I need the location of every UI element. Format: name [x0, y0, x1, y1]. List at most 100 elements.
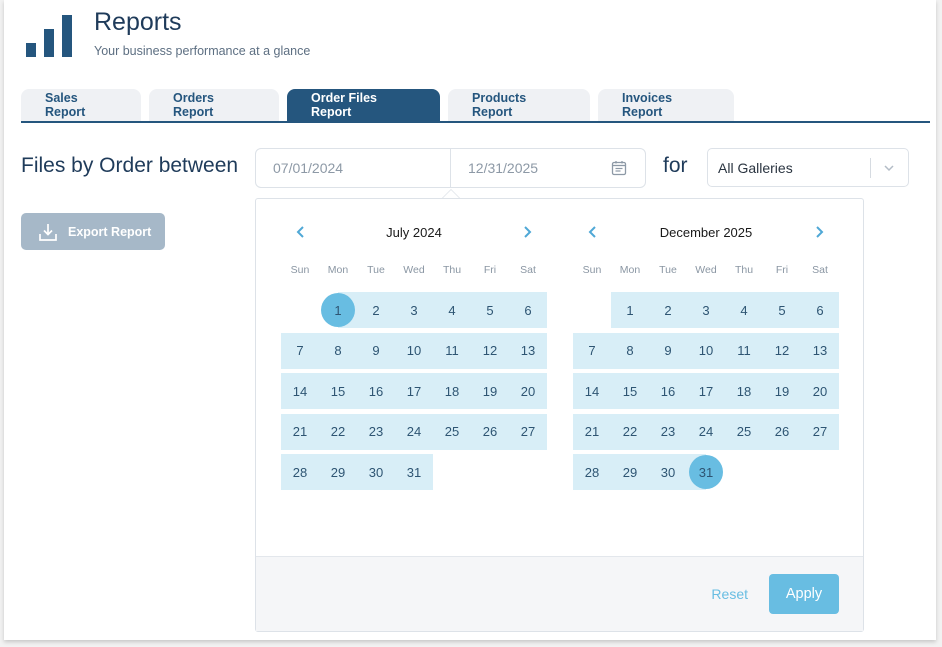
tab-products-report[interactable]: Products Report: [448, 89, 590, 121]
calendar-day[interactable]: 16: [649, 373, 687, 409]
export-report-button[interactable]: Export Report: [21, 213, 165, 250]
end-date-value: 12/31/2025: [468, 160, 539, 176]
calendar-day[interactable]: 7: [573, 332, 611, 369]
end-date-input[interactable]: 12/31/2025: [451, 149, 645, 187]
calendar-day-number: 9: [664, 343, 672, 358]
bar-chart-icon: [26, 15, 76, 57]
chevron-right-icon[interactable]: [517, 222, 537, 242]
calendar-day-number: 18: [444, 383, 460, 399]
calendar-day[interactable]: 11: [433, 332, 471, 369]
calendar-month-end: December 2025 Sun Mon Tue Wed Thu Fri Sat 1234…: [573, 219, 839, 495]
reset-button[interactable]: Reset: [711, 586, 748, 602]
calendar-day-empty: [471, 454, 509, 490]
calendar-day[interactable]: 17: [395, 373, 433, 409]
calendar-day[interactable]: 2: [649, 292, 687, 328]
calendar-day[interactable]: 4: [725, 292, 763, 328]
calendar-day[interactable]: 26: [471, 413, 509, 450]
chevron-left-icon[interactable]: [583, 222, 603, 242]
calendar-day[interactable]: 29: [611, 454, 649, 490]
calendar-day[interactable]: 18: [433, 373, 471, 409]
calendar-day[interactable]: 28: [573, 454, 611, 490]
chevron-down-icon[interactable]: [882, 161, 896, 175]
calendar-day[interactable]: 12: [763, 332, 801, 369]
calendar-day[interactable]: 23: [357, 413, 395, 450]
select-separator: [870, 158, 871, 178]
calendar-day[interactable]: 9: [357, 332, 395, 369]
calendar-day[interactable]: 30: [357, 454, 395, 490]
calendar-day-number: 5: [486, 302, 494, 318]
calendar-day[interactable]: 22: [319, 413, 357, 450]
calendar-day-range-end[interactable]: 31: [687, 454, 725, 490]
calendar-day[interactable]: 25: [433, 413, 471, 450]
calendar-day[interactable]: 19: [471, 373, 509, 409]
calendar-day[interactable]: 11: [725, 332, 763, 369]
calendar-day-number: 30: [660, 464, 676, 480]
apply-button[interactable]: Apply: [769, 574, 839, 614]
calendar-day[interactable]: 21: [573, 413, 611, 450]
chevron-left-icon[interactable]: [291, 222, 311, 242]
tab-sales-report[interactable]: Sales Report: [21, 89, 141, 121]
weekday-label: Sat: [812, 264, 828, 276]
calendar-week: 7 8 9 10 11 12 13: [281, 332, 547, 369]
calendar-day[interactable]: 5: [763, 292, 801, 328]
calendar-day[interactable]: 19: [763, 373, 801, 409]
calendar-week: 1 2 3 4 5 6: [281, 292, 547, 328]
calendar-day[interactable]: 22: [611, 413, 649, 450]
calendar-day[interactable]: 24: [687, 413, 725, 450]
calendar-day[interactable]: 20: [801, 373, 839, 409]
calendar-day[interactable]: 14: [573, 373, 611, 409]
calendar-day[interactable]: 28: [281, 454, 319, 490]
calendar-day[interactable]: 25: [725, 413, 763, 450]
calendar-day-number: 17: [698, 383, 714, 399]
start-date-value: 07/01/2024: [273, 160, 344, 176]
calendar-day[interactable]: 12: [471, 332, 509, 369]
calendar-day[interactable]: 30: [649, 454, 687, 490]
calendar-day[interactable]: 26: [763, 413, 801, 450]
calendar-day[interactable]: 3: [687, 292, 725, 328]
calendar-icon[interactable]: [611, 160, 627, 176]
calendar-day[interactable]: 24: [395, 413, 433, 450]
calendar-day[interactable]: 18: [725, 373, 763, 409]
calendar-day[interactable]: 6: [509, 292, 547, 328]
calendar-day[interactable]: 1: [611, 292, 649, 328]
calendar-day-number: 26: [774, 424, 790, 439]
calendar-day[interactable]: 13: [509, 332, 547, 369]
calendar-day[interactable]: 16: [357, 373, 395, 409]
start-date-input[interactable]: 07/01/2024: [256, 149, 451, 187]
calendar-day[interactable]: 21: [281, 413, 319, 450]
tab-orders-report[interactable]: Orders Report: [149, 89, 279, 121]
calendar-day[interactable]: 14: [281, 373, 319, 409]
chevron-right-icon[interactable]: [809, 222, 829, 242]
calendar-day[interactable]: 8: [319, 332, 357, 369]
calendar-day[interactable]: 27: [509, 413, 547, 450]
calendar-day[interactable]: 5: [471, 292, 509, 328]
calendar-day[interactable]: 9: [649, 332, 687, 369]
calendar-day[interactable]: 6: [801, 292, 839, 328]
calendar-day[interactable]: 2: [357, 292, 395, 328]
calendar-day-number: 24: [406, 424, 422, 439]
calendar-day[interactable]: 10: [687, 332, 725, 369]
calendar-day[interactable]: 23: [649, 413, 687, 450]
calendar-day-empty: [801, 454, 839, 490]
calendar-day[interactable]: 15: [611, 373, 649, 409]
tab-order-files-report[interactable]: Order Files Report: [287, 89, 440, 121]
calendar-day[interactable]: 31: [395, 454, 433, 490]
gallery-select[interactable]: All Galleries: [707, 148, 909, 187]
calendar-day[interactable]: 17: [687, 373, 725, 409]
calendar-day-number: 29: [330, 464, 346, 480]
calendar-day[interactable]: 8: [611, 332, 649, 369]
calendar-day[interactable]: 7: [281, 332, 319, 369]
calendar-day[interactable]: 29: [319, 454, 357, 490]
tab-invoices-report[interactable]: Invoices Report: [598, 89, 734, 121]
calendar-day-number: 5: [778, 302, 786, 318]
calendar-day[interactable]: 27: [801, 413, 839, 450]
calendar-day[interactable]: 3: [395, 292, 433, 328]
calendar-day[interactable]: 20: [509, 373, 547, 409]
calendar-day-range-start[interactable]: 1: [319, 292, 357, 328]
calendar-day-number: 23: [368, 424, 384, 439]
calendar-day-number: 20: [520, 383, 536, 399]
calendar-day[interactable]: 10: [395, 332, 433, 369]
calendar-day[interactable]: 4: [433, 292, 471, 328]
calendar-day[interactable]: 15: [319, 373, 357, 409]
calendar-day[interactable]: 13: [801, 332, 839, 369]
